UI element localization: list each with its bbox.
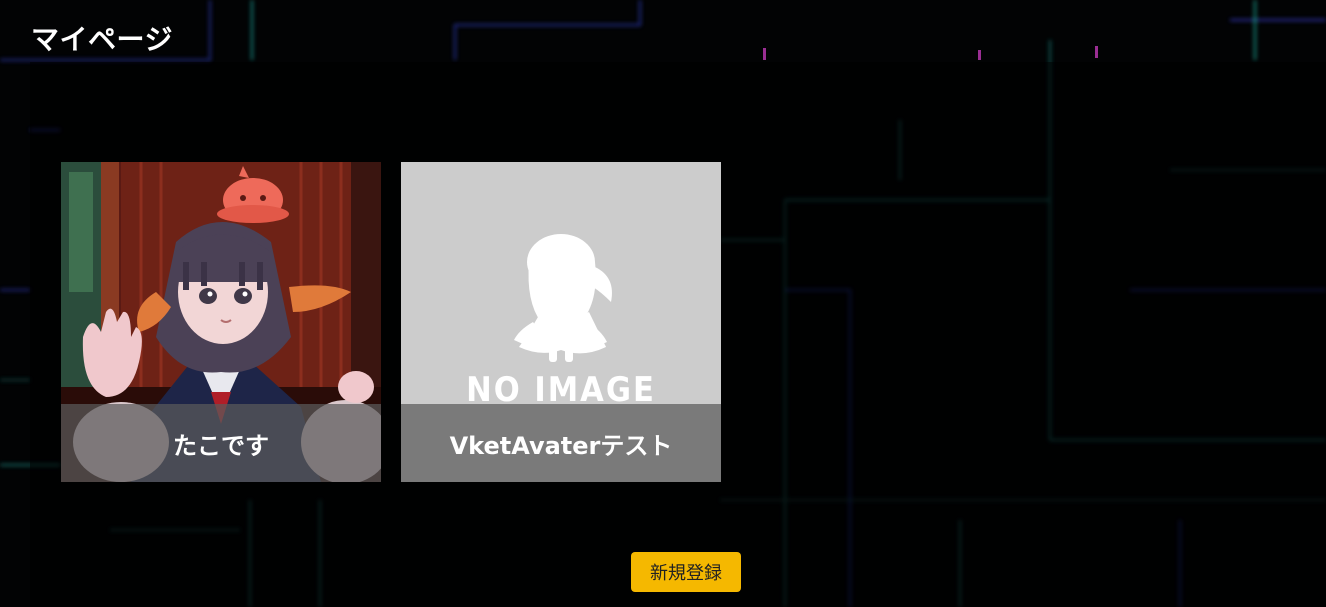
avatar-name: VketAvaterテスト [401, 404, 721, 482]
page-title: マイページ [31, 23, 173, 56]
avatar-card[interactable]: たこです [61, 162, 381, 482]
avatar-name: たこです [61, 404, 381, 482]
new-register-button[interactable]: 新規登録 [631, 552, 741, 592]
avatar-card[interactable]: NO IMAGE VketAvaterテスト [401, 162, 721, 482]
